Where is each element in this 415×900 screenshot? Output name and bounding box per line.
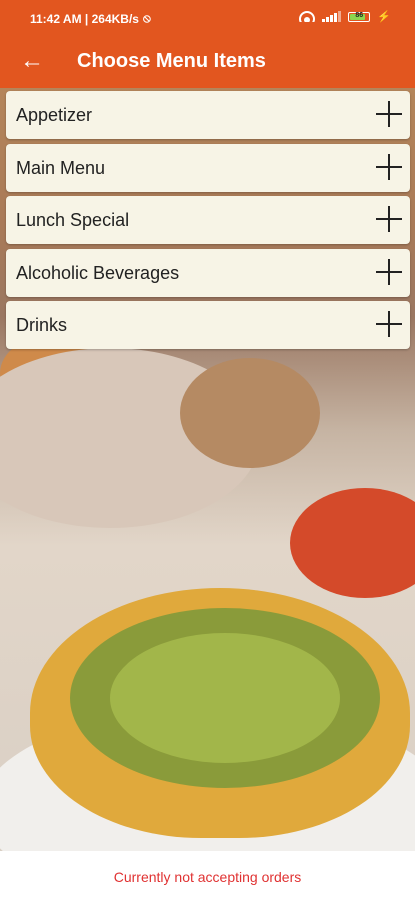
menu-item-lunch-special[interactable]: Lunch Special [6, 196, 410, 244]
plus-icon[interactable] [376, 258, 402, 285]
plus-icon[interactable] [376, 206, 402, 232]
order-status-message: Currently not accepting orders [113, 869, 302, 885]
menu-item-label: Appetizer [16, 105, 93, 125]
plus-icon[interactable] [376, 311, 402, 337]
menu-item-label: Main Menu [16, 157, 106, 178]
status-left: 11:42 AM | 264KB/s ⦸ [30, 11, 151, 26]
battery-icon: 86 [348, 11, 371, 22]
status-bar: 11:42 AM | 264KB/s ⦸ 86 ⚡ [0, 0, 415, 36]
menu-item-label: Alcoholic Beverages [16, 262, 180, 283]
plus-icon[interactable] [376, 153, 402, 180]
menu-item-drinks[interactable]: Drinks [6, 301, 410, 349]
menu-item-label: Drinks [16, 315, 68, 335]
menu-item-appetizer[interactable]: Appetizer [6, 91, 410, 139]
menu-category-list: Appetizer Main Menu Lunch Special Alcoho… [6, 91, 410, 354]
page-title: Choose Menu Items [77, 50, 266, 72]
status-time: 11:42 AM | 264KB/s [30, 11, 139, 26]
arrow-left-icon[interactable]: ← [18, 47, 46, 75]
menu-item-main-menu[interactable]: Main Menu [6, 143, 410, 192]
signal-icon [322, 11, 342, 22]
wifi-icon [299, 11, 316, 22]
app-bar: ← Choose Menu Items [0, 36, 415, 88]
menu-item-label: Lunch Special [16, 210, 130, 230]
plus-icon[interactable] [376, 101, 402, 127]
status-right: 86 ⚡ [299, 10, 391, 23]
battery-level: 86 [355, 11, 364, 19]
order-status-footer: Currently not accepting orders [0, 851, 415, 900]
data-saver-icon: ⦸ [142, 11, 151, 25]
charging-icon: ⚡ [377, 11, 391, 23]
menu-item-alcoholic-beverages[interactable]: Alcoholic Beverages [6, 248, 410, 297]
